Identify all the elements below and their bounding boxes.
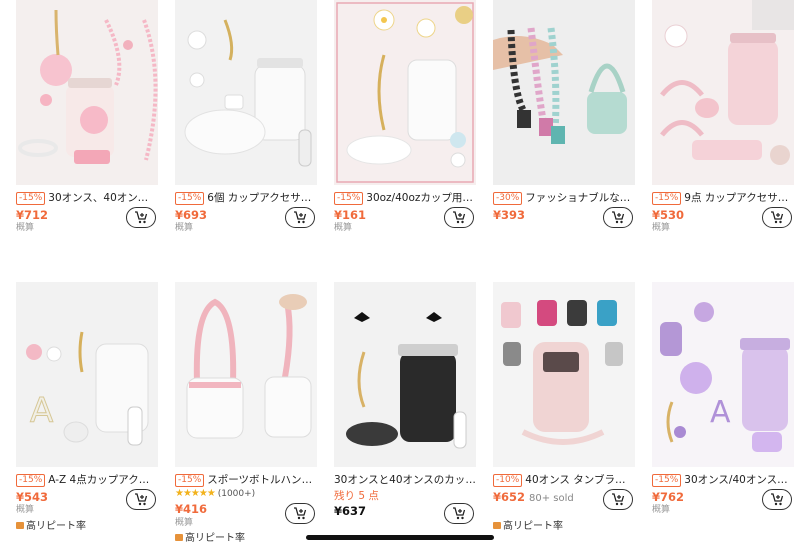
repeat-badge: 高リピート率 xyxy=(16,517,86,532)
price-note: 概算 xyxy=(16,223,35,233)
product-title[interactable]: -15%9点 カップアクセサリーセット xyxy=(652,191,794,205)
fire-badge-icon xyxy=(16,522,24,529)
add-to-cart-icon xyxy=(135,493,148,506)
product-price: ¥652 80+ sold xyxy=(493,490,574,504)
svg-text:A: A xyxy=(30,391,53,431)
product-title[interactable]: -15%30oz/40ozカップ用 アクセサリー xyxy=(334,191,476,205)
add-to-cart-icon xyxy=(612,211,625,224)
svg-text:A: A xyxy=(710,395,731,430)
product-title[interactable]: -15%6個 カップアクセサリーセット xyxy=(175,191,317,205)
product-card[interactable]: A -15%30オンス/40オンスタンブラー用 ¥762 概算 xyxy=(652,282,794,515)
discount-tag: -10% xyxy=(493,474,523,487)
product-image[interactable] xyxy=(334,282,476,467)
add-to-cart-button[interactable] xyxy=(762,207,792,228)
add-to-cart-button[interactable] xyxy=(126,489,156,510)
discount-tag: -15% xyxy=(16,474,46,487)
discount-tag: -30% xyxy=(493,192,523,205)
product-title[interactable]: -15%30オンス/40オンスタンブラー用 xyxy=(652,473,794,487)
price-note: 概算 xyxy=(334,223,353,233)
home-indicator[interactable] xyxy=(306,535,494,540)
price-note: 概算 xyxy=(16,505,35,515)
product-price: ¥393 xyxy=(493,208,526,222)
product-image[interactable] xyxy=(493,282,635,467)
product-title[interactable]: 30オンスと40オンスのカップアクセサリー xyxy=(334,473,476,487)
add-to-cart-icon xyxy=(771,211,784,224)
repeat-badge: 高リピート率 xyxy=(493,517,563,532)
repeat-badge: 高リピート率 xyxy=(175,529,245,544)
product-image[interactable] xyxy=(16,0,158,185)
product-image[interactable]: A A xyxy=(16,282,158,467)
discount-tag: -15% xyxy=(175,474,205,487)
product-card[interactable]: A A -15%A-Z 4点カップアクセサリー ¥543 概算 高リピート率 xyxy=(16,282,158,532)
add-to-cart-button[interactable] xyxy=(444,503,474,524)
product-card[interactable]: -15%スポーツボトルハンドルストラップ ★★★★★ (1000+) ¥416 … xyxy=(175,282,317,544)
add-to-cart-button[interactable] xyxy=(603,207,633,228)
add-to-cart-icon xyxy=(612,493,625,506)
add-to-cart-icon xyxy=(453,507,466,520)
price-note: 概算 xyxy=(175,518,194,528)
add-to-cart-button[interactable] xyxy=(444,207,474,228)
add-to-cart-button[interactable] xyxy=(603,489,633,510)
price-note: 概算 xyxy=(175,223,194,233)
product-image[interactable] xyxy=(175,0,317,185)
add-to-cart-button[interactable] xyxy=(126,207,156,228)
discount-tag: -15% xyxy=(334,192,364,205)
product-price: ¥416 xyxy=(175,502,208,516)
product-card[interactable]: -15%30oz/40ozカップ用 アクセサリー ¥161 概算 xyxy=(334,0,476,233)
product-card[interactable]: -10%40オンス タンブラーボトルバッグ ¥65280+ sold 高リピート… xyxy=(493,282,635,532)
add-to-cart-icon xyxy=(135,211,148,224)
price-note: 概算 xyxy=(652,505,671,515)
product-title[interactable]: -15%A-Z 4点カップアクセサリー xyxy=(16,473,158,487)
product-card[interactable]: -15%6個 カップアクセサリーセット ¥693 概算 xyxy=(175,0,317,233)
product-card[interactable]: -15%9点 カップアクセサリーセット ¥530 概算 xyxy=(652,0,794,233)
product-card[interactable]: -30%ファッショナブルな手首ストラップ ¥393 xyxy=(493,0,635,228)
add-to-cart-icon xyxy=(771,493,784,506)
product-rating: ★★★★★ (1000+) xyxy=(175,488,256,499)
add-to-cart-icon xyxy=(453,211,466,224)
product-title[interactable]: -10%40オンス タンブラーボトルバッグ xyxy=(493,473,635,487)
product-image[interactable]: A xyxy=(652,282,794,467)
add-to-cart-button[interactable] xyxy=(285,503,315,524)
product-image[interactable] xyxy=(493,0,635,185)
discount-tag: -15% xyxy=(652,474,682,487)
add-to-cart-icon xyxy=(294,211,307,224)
discount-tag: -15% xyxy=(175,192,205,205)
fire-badge-icon xyxy=(175,534,183,541)
product-card[interactable]: 30オンスと40オンスのカップアクセサリー 残り 5 点 ¥637 xyxy=(334,282,476,524)
product-title[interactable]: -30%ファッショナブルな手首ストラップ xyxy=(493,191,635,205)
add-to-cart-button[interactable] xyxy=(762,489,792,510)
product-card[interactable]: -15%30オンス、40オンスタンブラー用アクセサリー ¥712 概算 xyxy=(16,0,158,233)
product-price: ¥637 xyxy=(334,504,367,518)
price-note: 概算 xyxy=(652,223,671,233)
star-icon: ★★★★★ xyxy=(175,488,216,499)
product-title[interactable]: -15%スポーツボトルハンドルストラップ xyxy=(175,473,317,487)
product-image[interactable] xyxy=(334,0,476,185)
product-image[interactable] xyxy=(175,282,317,467)
discount-tag: -15% xyxy=(652,192,682,205)
product-title[interactable]: -15%30オンス、40オンスタンブラー用アクセサリー xyxy=(16,191,158,205)
discount-tag: -15% xyxy=(16,192,46,205)
add-to-cart-icon xyxy=(294,507,307,520)
stock-remaining: 残り 5 点 xyxy=(334,490,379,502)
product-image[interactable] xyxy=(652,0,794,185)
sold-count: 80+ sold xyxy=(529,493,574,504)
fire-badge-icon xyxy=(493,522,501,529)
add-to-cart-button[interactable] xyxy=(285,207,315,228)
